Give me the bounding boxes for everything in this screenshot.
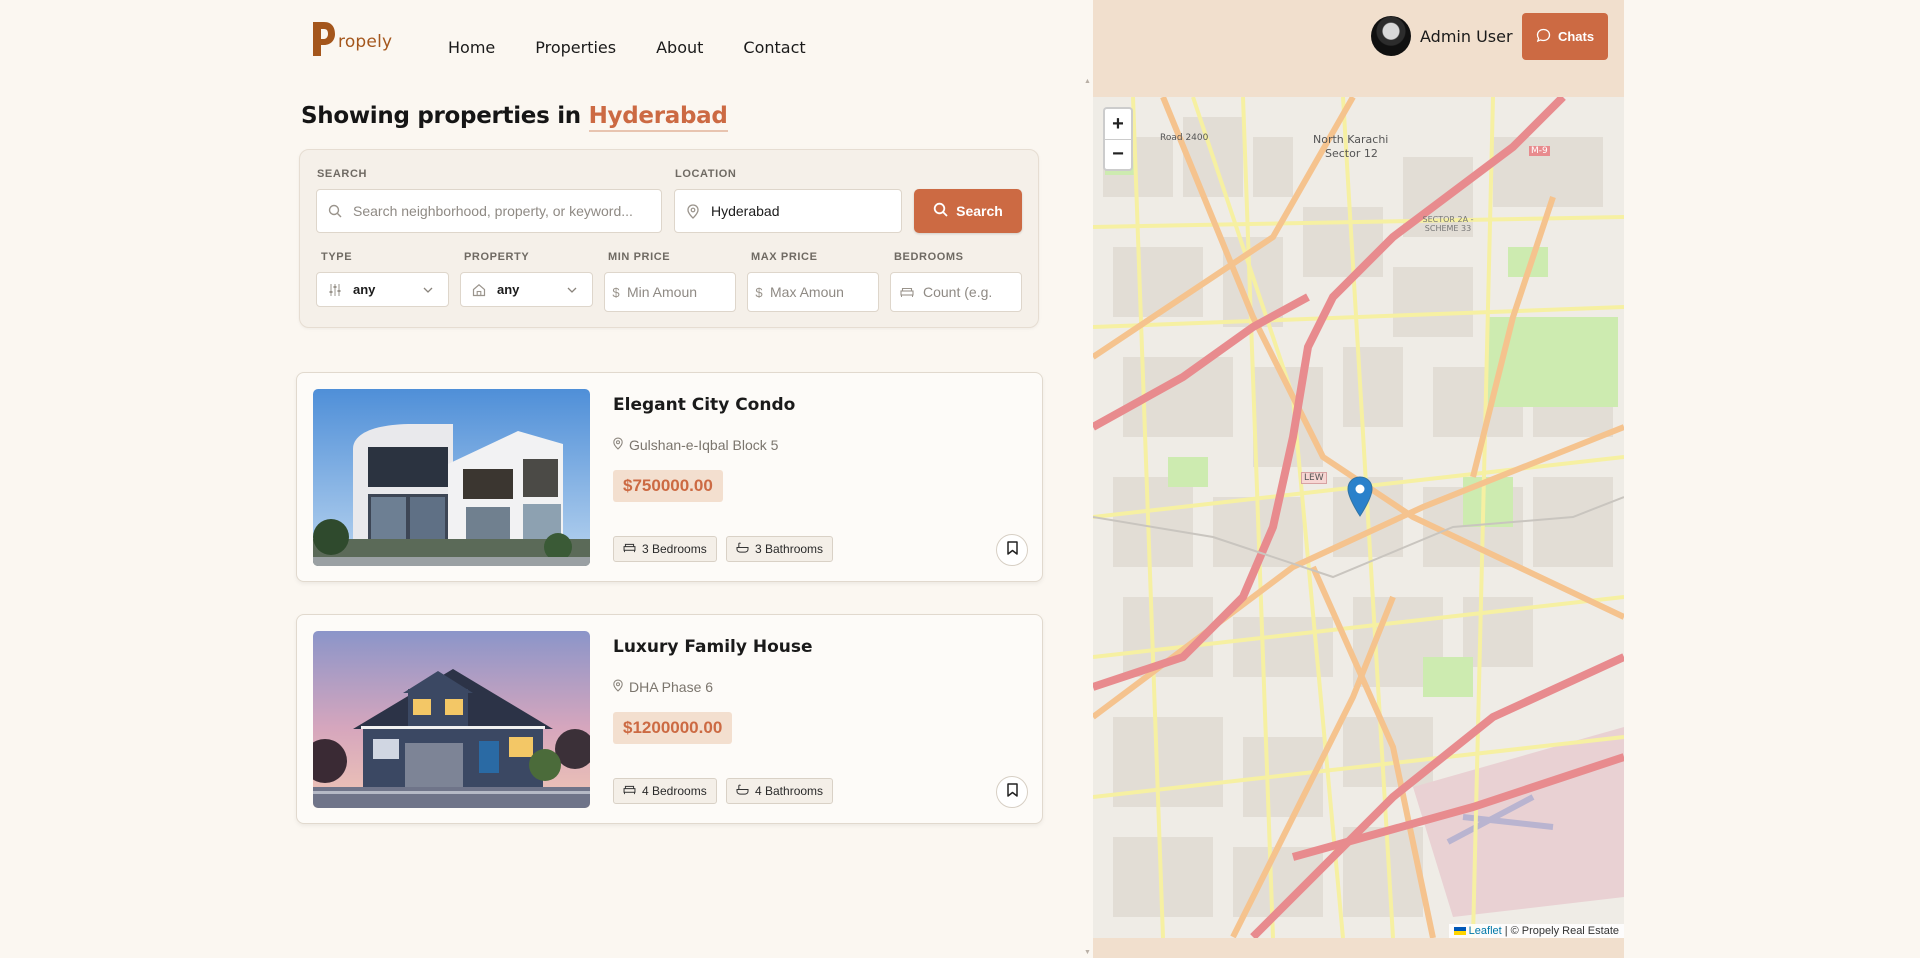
bedrooms-placeholder: Count (e.g.	[923, 284, 993, 300]
listing-title[interactable]: Luxury Family House	[613, 637, 813, 657]
ukraine-flag-icon	[1453, 927, 1466, 935]
listing-location: Gulshan-e-Iqbal Block 5	[613, 437, 778, 453]
min-price-label: MIN PRICE	[608, 251, 671, 263]
type-value: any	[353, 282, 376, 297]
bookmark-icon	[1006, 782, 1018, 802]
user-name: Admin User	[1420, 26, 1513, 46]
max-price-input[interactable]: $ Max Amount	[747, 272, 879, 312]
bed-icon	[891, 287, 923, 298]
bookmark-button[interactable]	[996, 776, 1028, 808]
page-title-prefix: Showing properties in	[301, 103, 581, 129]
listing-title[interactable]: Elegant City Condo	[613, 395, 795, 415]
chevron-down-icon	[567, 287, 577, 293]
bedrooms-chip-label: 4 Bedrooms	[642, 784, 707, 798]
chats-button[interactable]: Chats	[1522, 13, 1608, 60]
bath-icon	[736, 542, 749, 556]
search-button-icon	[933, 202, 948, 220]
bookmark-button[interactable]	[996, 534, 1028, 566]
bathrooms-chip-label: 3 Bathrooms	[755, 542, 824, 556]
type-select[interactable]: any	[316, 272, 449, 307]
page-title: Showing properties in Hyderabad	[301, 103, 728, 132]
bedrooms-chip-label: 3 Bedrooms	[642, 542, 707, 556]
bed-icon	[623, 542, 636, 556]
chevron-down-icon	[423, 287, 433, 293]
map-pin-icon	[675, 203, 711, 219]
brand-logo[interactable]: ropely	[312, 18, 392, 58]
search-panel: SEARCH Search neighborhood, property, or…	[299, 149, 1039, 328]
listing-card[interactable]: Elegant City Condo Gulshan-e-Iqbal Block…	[296, 372, 1043, 582]
max-price-placeholder: Max Amount	[770, 284, 844, 300]
dollar-icon: $	[755, 284, 763, 300]
map-label: LEW	[1301, 472, 1327, 484]
bookmark-icon	[1006, 540, 1018, 560]
zoom-in-button[interactable]: +	[1105, 109, 1131, 139]
user-menu[interactable]: Admin User	[1371, 16, 1513, 56]
search-icon	[317, 204, 353, 218]
search-label: SEARCH	[317, 168, 368, 180]
nav-contact[interactable]: Contact	[743, 38, 805, 57]
bedrooms-chip: 4 Bedrooms	[613, 778, 717, 804]
map-label: Road 2400	[1160, 133, 1209, 143]
avatar[interactable]	[1371, 16, 1411, 56]
bathrooms-chip-label: 4 Bathrooms	[755, 784, 824, 798]
property-select[interactable]: any	[460, 272, 593, 307]
page-title-city: Hyderabad	[588, 103, 728, 132]
location-input[interactable]: Hyderabad	[674, 189, 902, 233]
logo-mark-icon	[312, 20, 336, 58]
main-nav: Home Properties About Contact	[448, 38, 846, 57]
scroll-up-icon[interactable]: ▲	[1084, 78, 1091, 85]
min-price-input[interactable]: $ Min Amount	[604, 272, 736, 312]
bedrooms-chip: 3 Bedrooms	[613, 536, 717, 562]
search-input[interactable]: Search neighborhood, property, or keywor…	[316, 189, 662, 233]
location-value: Hyderabad	[711, 203, 780, 219]
chats-button-label: Chats	[1557, 29, 1595, 44]
bed-icon	[623, 784, 636, 798]
min-price-placeholder: Min Amount	[627, 284, 697, 300]
chat-bubble-icon	[1536, 28, 1551, 46]
nav-properties[interactable]: Properties	[535, 38, 616, 57]
bedrooms-label: BEDROOMS	[894, 251, 964, 263]
listing-card[interactable]: Luxury Family House DHA Phase 6 $1200000…	[296, 614, 1043, 824]
brand-name: ropely	[338, 32, 393, 52]
map-pin-icon	[613, 437, 623, 453]
max-price-label: MAX PRICE	[751, 251, 818, 263]
dollar-icon: $	[612, 284, 620, 300]
location-label: LOCATION	[675, 168, 737, 180]
map-label: Sector 12	[1325, 147, 1378, 160]
attribution-text: | © Propely Real Estate	[1504, 925, 1619, 937]
scrollbar[interactable]: ▲ ▼	[1084, 78, 1091, 958]
scroll-down-icon[interactable]: ▼	[1084, 949, 1091, 956]
nav-about[interactable]: About	[656, 38, 703, 57]
listing-location-text: DHA Phase 6	[629, 679, 714, 695]
property-value: any	[497, 282, 520, 297]
map-label: North Karachi	[1313, 133, 1389, 146]
listing-location-text: Gulshan-e-Iqbal Block 5	[629, 437, 779, 453]
bathrooms-chip: 4 Bathrooms	[726, 778, 834, 804]
type-label: TYPE	[321, 251, 353, 263]
zoom-out-button[interactable]: −	[1105, 139, 1131, 169]
map-marker-icon[interactable]	[1347, 476, 1373, 518]
sliders-icon	[317, 283, 353, 297]
home-icon	[461, 283, 497, 297]
map-pin-icon	[613, 679, 623, 695]
map-label: SECTOR 2A - SCHEME 33	[1422, 215, 1474, 233]
listing-price: $1200000.00	[613, 712, 733, 744]
map-label: M-9	[1529, 146, 1550, 156]
property-label: PROPERTY	[464, 251, 530, 263]
map-attribution: Leaflet | © Propely Real Estate	[1448, 924, 1624, 938]
search-placeholder: Search neighborhood, property, or keywor…	[353, 203, 633, 219]
nav-home[interactable]: Home	[448, 38, 495, 57]
map-view[interactable]: + − North Karachi Sector 12 Road 2400 SE…	[1093, 97, 1624, 938]
bedrooms-input[interactable]: Count (e.g.	[890, 272, 1022, 312]
zoom-control: + −	[1103, 107, 1133, 171]
search-button-label: Search	[956, 203, 1003, 219]
bath-icon	[736, 784, 749, 798]
bathrooms-chip: 3 Bathrooms	[726, 536, 834, 562]
listing-location: DHA Phase 6	[613, 679, 713, 695]
search-button[interactable]: Search	[914, 189, 1022, 233]
property-photo[interactable]	[313, 631, 590, 808]
listing-price: $750000.00	[613, 470, 723, 502]
property-photo[interactable]	[313, 389, 590, 566]
leaflet-link[interactable]: Leaflet	[1469, 925, 1502, 937]
